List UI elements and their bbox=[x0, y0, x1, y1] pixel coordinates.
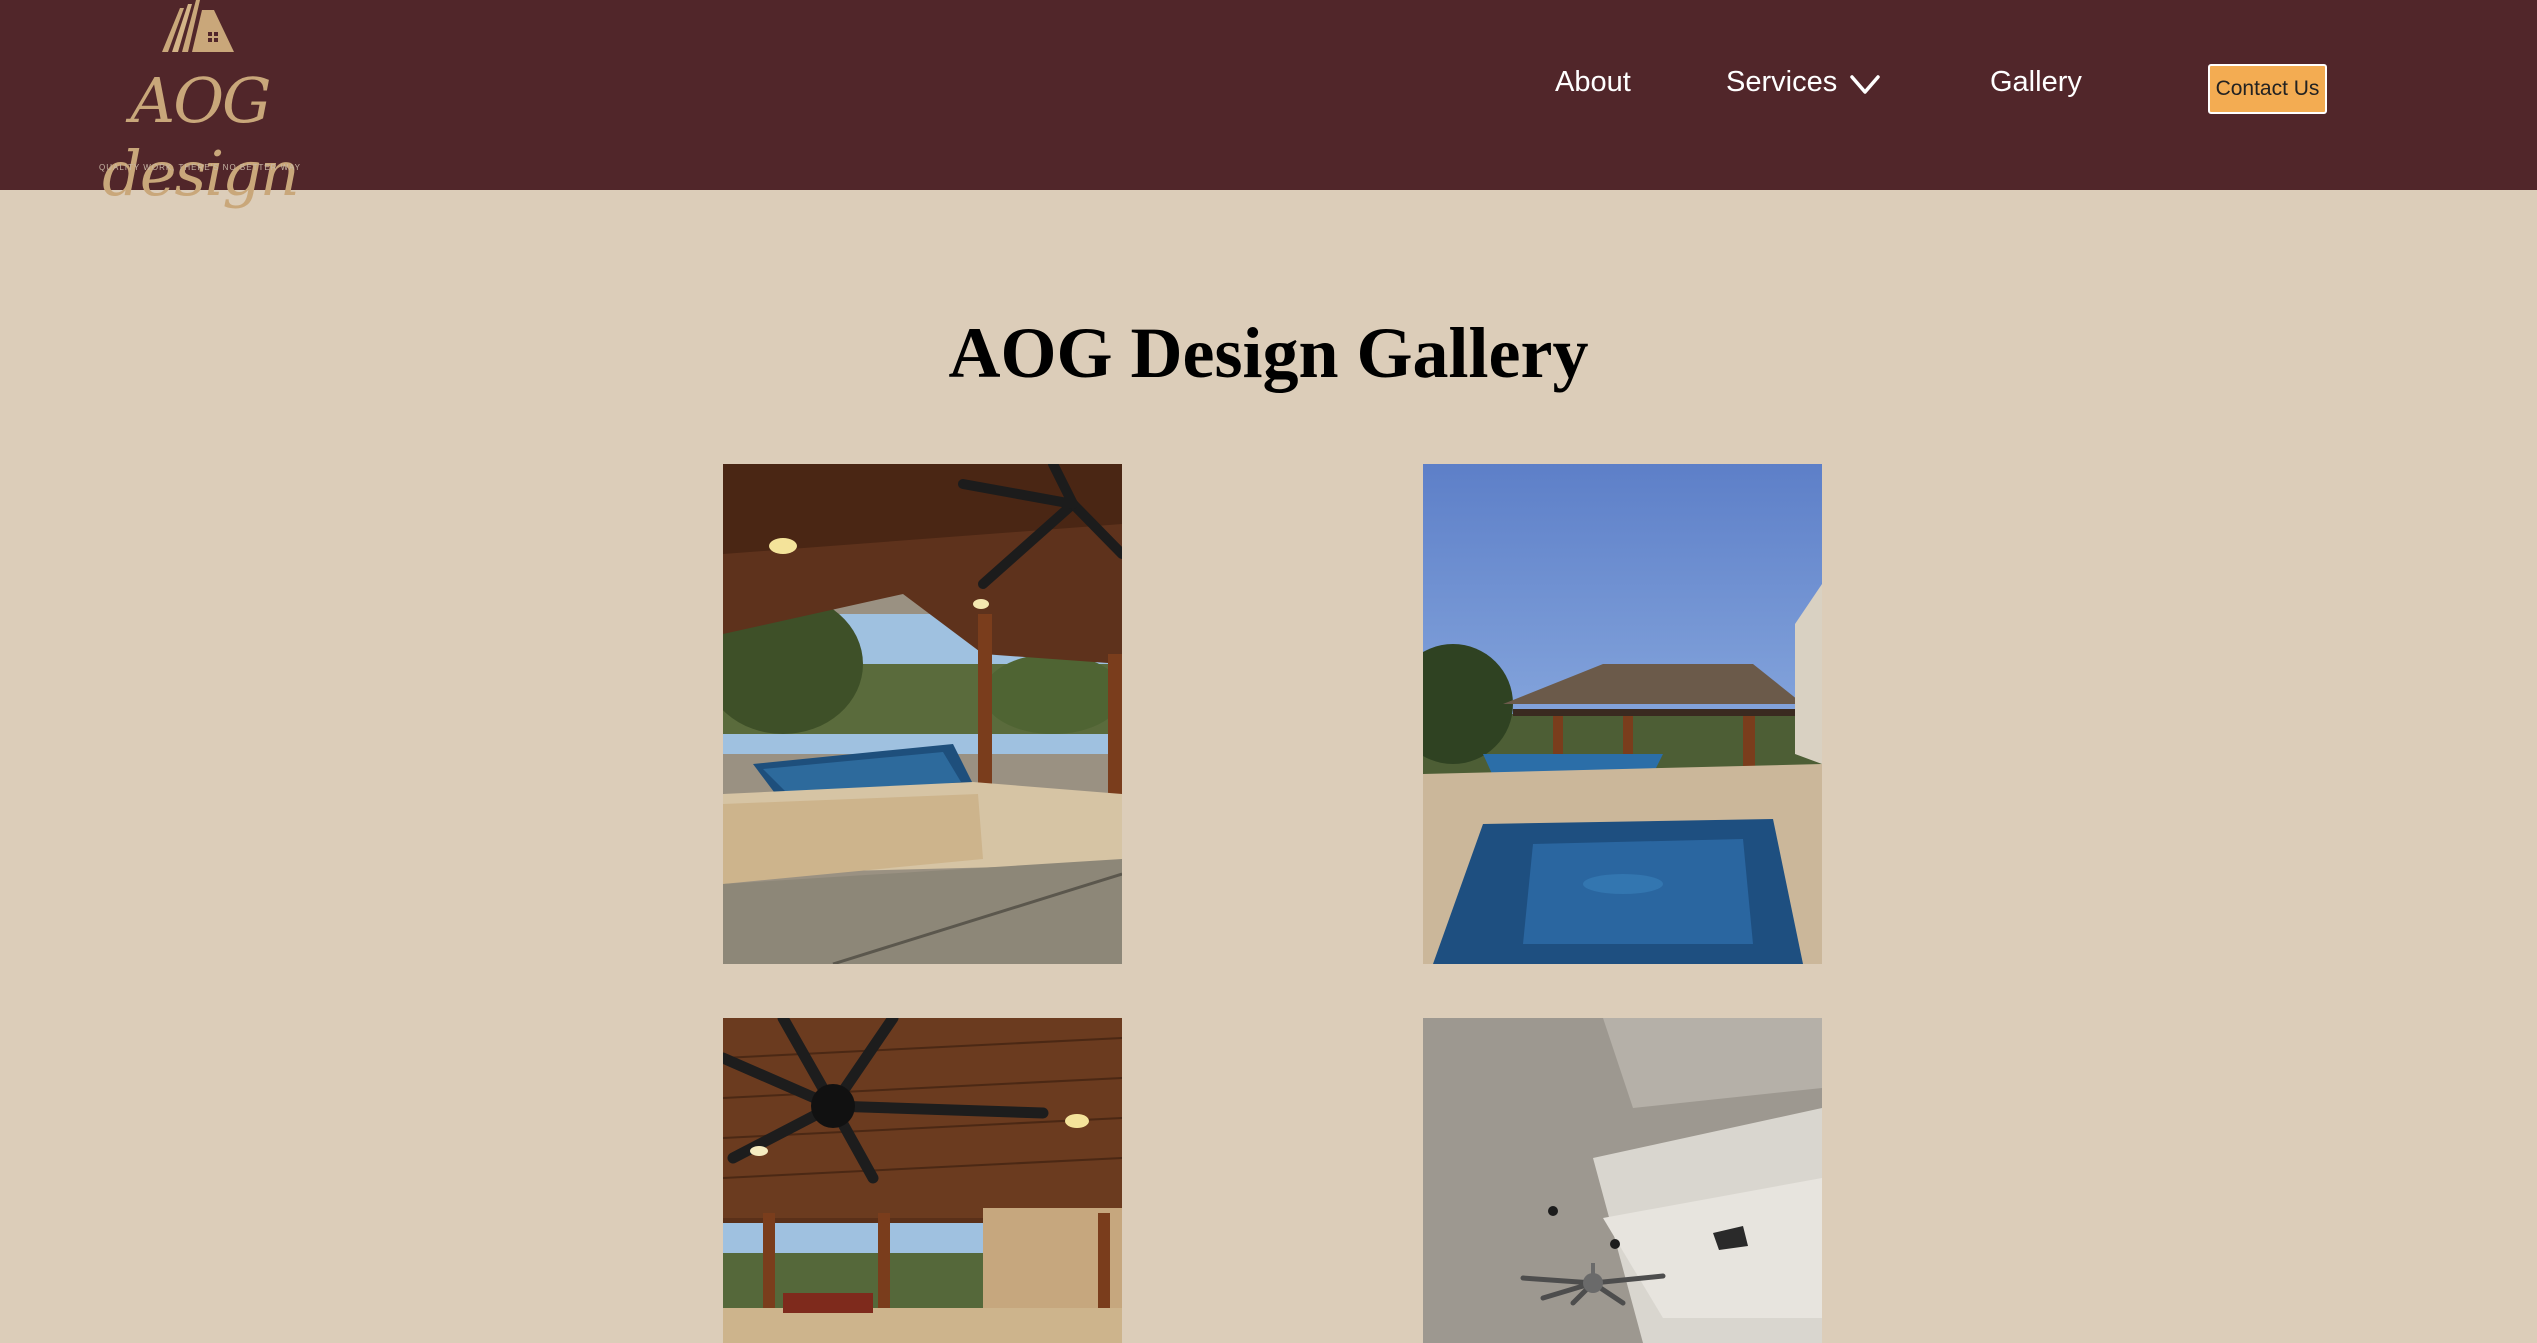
gallery-photo-patio-pool[interactable] bbox=[723, 464, 1122, 964]
chevron-down-icon[interactable] bbox=[1849, 74, 1881, 96]
gallery-photo-pavilion-ceiling[interactable] bbox=[723, 1018, 1122, 1343]
gallery-photo-interior-ceiling[interactable] bbox=[1423, 1018, 1822, 1343]
gallery-photo-pavilion-sky[interactable] bbox=[1423, 464, 1822, 964]
site-header: AOG design QUALITY WORK, THERE'S NO BETT… bbox=[0, 0, 2537, 210]
brand-logo[interactable]: AOG design QUALITY WORK, THERE'S NO BETT… bbox=[84, 0, 316, 210]
house-roof-icon bbox=[162, 0, 234, 52]
nav-about-link[interactable]: About bbox=[1555, 66, 1631, 99]
contact-us-button[interactable]: Contact Us bbox=[2208, 64, 2327, 114]
nav-gallery-link[interactable]: Gallery bbox=[1990, 66, 2082, 99]
logo-wordmark: AOG design bbox=[102, 64, 300, 210]
logo-tagline: QUALITY WORK, THERE'S NO BETTER WAY bbox=[98, 163, 302, 172]
nav-services-link[interactable]: Services bbox=[1726, 66, 1837, 99]
page-title: AOG Design Gallery bbox=[948, 313, 1589, 393]
